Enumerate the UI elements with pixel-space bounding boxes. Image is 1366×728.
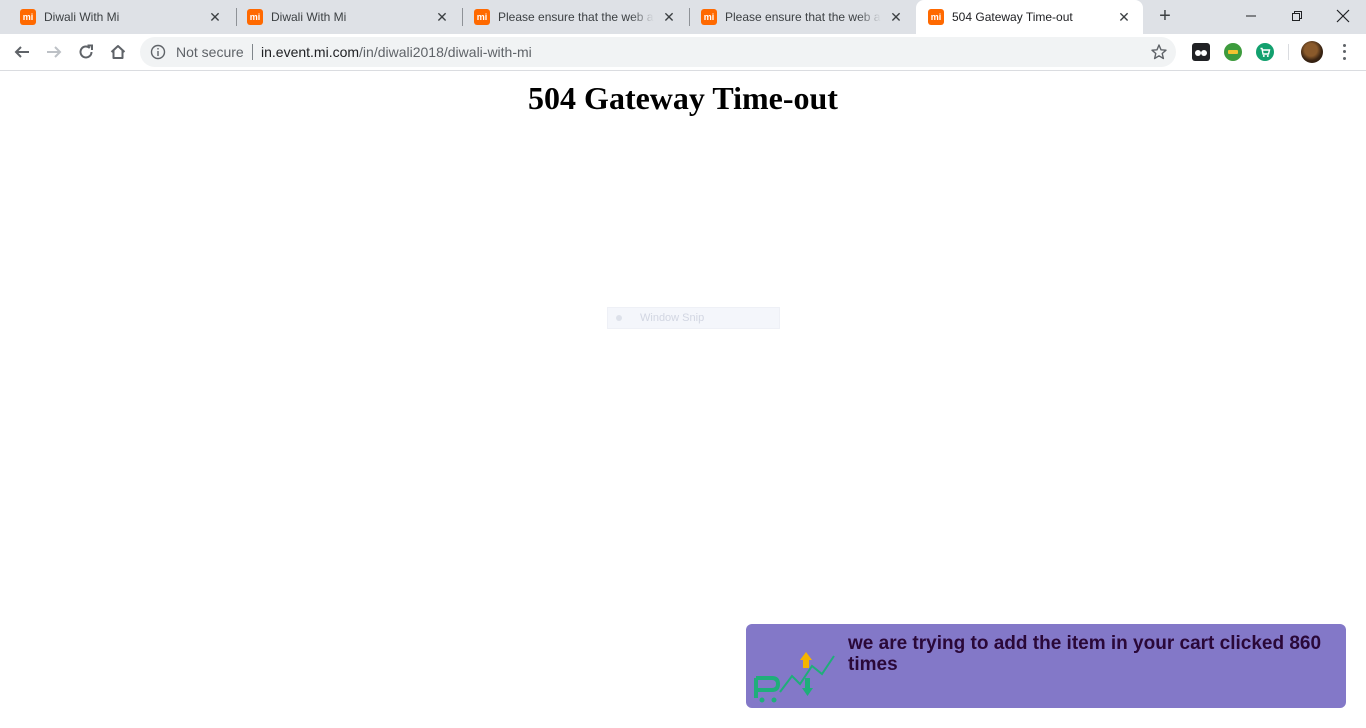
shopping-cart-icon [1260, 47, 1271, 57]
url-path: /in/diwali2018/diwali-with-mi [359, 44, 532, 60]
minimize-icon [1246, 15, 1256, 17]
error-heading: 504 Gateway Time-out [528, 80, 838, 116]
menu-dot [1342, 57, 1346, 61]
close-icon[interactable]: ✕ [889, 10, 903, 24]
bookmark-star-icon[interactable] [1150, 43, 1168, 61]
tab-5-active[interactable]: mi 504 Gateway Time-out ✕ [916, 0, 1143, 34]
mi-logo-icon: mi [474, 9, 490, 25]
close-icon[interactable]: ✕ [435, 10, 449, 24]
profile-avatar[interactable] [1301, 41, 1323, 63]
tab-title: Please ensure that the web address [725, 10, 881, 24]
tab-2[interactable]: mi Diwali With Mi ✕ [235, 0, 461, 34]
reload-button[interactable] [72, 38, 100, 66]
tab-title: Please ensure that the web address [498, 10, 654, 24]
tab-title: Diwali With Mi [271, 10, 347, 24]
restore-button[interactable] [1274, 0, 1320, 30]
notification-message: we are trying to add the item in your ca… [848, 633, 1322, 675]
dual-circle-extension-icon[interactable] [1192, 43, 1210, 61]
mi-logo-icon: mi [20, 9, 36, 25]
tab-1[interactable]: mi Diwali With Mi ✕ [8, 0, 234, 34]
browser-menu-button[interactable] [1336, 42, 1352, 62]
close-icon [1336, 9, 1350, 23]
mi-logo-icon: mi [928, 9, 944, 25]
forward-button[interactable] [40, 38, 68, 66]
green-yellow-glyph [1228, 50, 1238, 54]
minimize-button[interactable] [1228, 0, 1274, 30]
snip-label: Window Snip [640, 312, 705, 324]
close-icon[interactable]: ✕ [662, 10, 676, 24]
back-button[interactable] [8, 38, 36, 66]
dual-circle-glyph [1195, 50, 1207, 56]
tab-3[interactable]: mi Please ensure that the web address ✕ [462, 0, 688, 34]
tab-title: Diwali With Mi [44, 10, 120, 24]
tab-title: 504 Gateway Time-out [952, 10, 1073, 24]
close-icon[interactable]: ✕ [208, 10, 222, 24]
url-text[interactable]: in.event.mi.com/in/diwali2018/diwali-wit… [261, 45, 532, 60]
tab-4[interactable]: mi Please ensure that the web address ✕ [689, 0, 915, 34]
info-icon[interactable] [150, 44, 166, 60]
window-snip-overlay: Window Snip [607, 307, 780, 329]
shopping-cart-extension-icon[interactable] [1256, 43, 1274, 61]
browser-toolbar: Not secure in.event.mi.com/in/diwali2018… [0, 34, 1366, 71]
green-yellow-extension-icon[interactable] [1224, 43, 1242, 61]
reload-icon [79, 44, 93, 59]
mi-logo-icon: mi [701, 9, 717, 25]
security-status-label[interactable]: Not secure [176, 45, 244, 60]
cart-arrows-logo-icon [754, 652, 835, 703]
menu-dot [1342, 43, 1346, 47]
tab-strip: mi Diwali With Mi ✕ mi Diwali With Mi ✕ … [0, 0, 1366, 34]
new-tab-button[interactable]: + [1153, 5, 1177, 29]
close-icon[interactable]: ✕ [1117, 10, 1131, 24]
toolbar-divider [1288, 44, 1289, 60]
restore-icon [1292, 11, 1302, 22]
menu-dot [1342, 50, 1346, 54]
address-divider [252, 44, 253, 60]
cart-notification: we are trying to add the item in your ca… [746, 624, 1346, 708]
arrow-left-icon [14, 46, 29, 58]
mi-logo-icon: mi [247, 9, 263, 25]
home-button[interactable] [104, 38, 132, 66]
arrow-right-icon [47, 46, 62, 58]
snip-icon [616, 315, 622, 321]
address-bar[interactable]: Not secure in.event.mi.com/in/diwali2018… [140, 37, 1176, 67]
window-close-button[interactable] [1320, 0, 1366, 30]
url-host: in.event.mi.com [261, 44, 360, 60]
home-icon [110, 45, 126, 59]
